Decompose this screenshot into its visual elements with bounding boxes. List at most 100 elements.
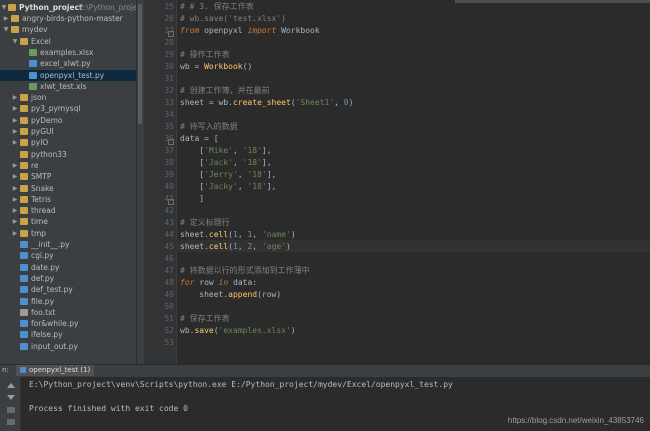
tree-item[interactable]: ▶ time [0,216,136,227]
tree-item[interactable]: date.py [0,262,136,273]
code-line[interactable]: # 创建工作簿，并在最前 [180,85,270,97]
code-line[interactable]: ['Jack', '18'], [180,157,271,169]
chevron-right-icon[interactable]: ▶ [12,115,18,126]
tree-item[interactable]: excel_xlwt.py [0,58,136,69]
chevron-right-icon[interactable]: ▶ [3,13,9,24]
code-line[interactable]: # 保存工作表 [180,313,230,325]
folder-icon [20,207,28,215]
code-line[interactable]: ] [180,193,204,205]
folder-icon [11,26,19,34]
code-line[interactable]: ['Jacky', '18'], [180,181,276,193]
python-file-icon [20,274,28,282]
python-file-icon [20,241,28,248]
chevron-down-icon[interactable]: ▼ [1,2,7,13]
code-line[interactable]: # # 3. 保存工作表 [180,1,254,13]
tree-root-path: E:\Python_project [79,3,136,12]
chevron-down-icon[interactable]: ▼ [3,24,9,35]
code-line[interactable]: # 操作工作表 [180,49,230,61]
editor-tab-strip[interactable] [455,0,650,3]
fold-marker-icon[interactable] [168,139,174,145]
code-line[interactable]: from openpyxl import Workbook [180,25,320,37]
tree-item[interactable]: input_out.py [0,341,136,352]
folder-icon [8,4,16,11]
tree-item[interactable]: examples.xlsx [0,47,136,58]
code-line[interactable]: wb.save('examples.xlsx') [180,325,296,337]
tree-item[interactable]: ▶ tmp [0,228,136,239]
watermark: https://blog.csdn.net/weixin_43853746 [507,416,644,425]
code-line[interactable]: sheet.append(row) [180,289,281,301]
chevron-right-icon[interactable]: ▶ [12,92,18,103]
tree-item[interactable]: def.py [0,273,136,284]
code-line[interactable]: ['Mike', '18'], [180,145,271,157]
tree-item[interactable]: ▶ json [0,92,136,103]
tree-item[interactable]: ▶ py3_pymysql [0,103,136,114]
run-tab[interactable]: openpyxl_test (1) [16,365,95,376]
chevron-right-icon[interactable]: ▶ [12,194,18,205]
chevron-right-icon[interactable]: ▶ [12,160,18,171]
tree-item[interactable]: ▶ thread [0,205,136,216]
tree-item[interactable]: ▼ mydev [0,24,136,35]
tree-item-label: examples.xlsx [40,47,94,57]
ide-window: ▼ Python_project E:\Python_project ▶ angr… [0,0,650,431]
line-number: 45 [164,242,174,251]
tree-item-label: json [31,93,47,103]
code-line[interactable]: # wb.save('test.xlsx') [180,13,286,25]
chevron-right-icon[interactable]: ▶ [12,183,18,194]
line-number: 39 [164,170,174,179]
tree-item[interactable]: openpyxl_test.py [0,69,136,81]
folder-icon [20,116,28,124]
code-line[interactable]: data = [ [180,133,219,145]
code-line[interactable]: # 定义标题行 [180,217,230,229]
chevron-right-icon[interactable]: ▶ [12,205,18,216]
chevron-down-icon[interactable]: ▼ [12,36,18,47]
code-line[interactable]: sheet.cell(1, 2, 'age') [180,241,291,253]
tree-item[interactable]: ▶ angry-birds-python-master [0,13,136,24]
tree-item[interactable]: __init__.py [0,239,136,250]
scroll-up-icon[interactable] [7,383,15,388]
code-line[interactable]: # 待写入的数据 [180,121,238,133]
chevron-right-icon[interactable]: ▶ [12,137,18,148]
tree-item[interactable]: ▶ Tetris [0,194,136,205]
tree-item[interactable]: ▶ Snake [0,183,136,194]
chevron-right-icon[interactable]: ▶ [12,103,18,114]
chevron-right-icon[interactable]: ▶ [12,171,18,182]
tree-item-label: time [31,217,48,227]
tree-item-label: tmp [31,228,47,238]
tree-item[interactable]: foo.txt [0,307,136,318]
tree-item[interactable]: xlwt_test.xls [0,81,136,92]
tree-item[interactable]: cgi.py [0,250,136,261]
chevron-right-icon[interactable]: ▶ [12,228,18,239]
tree-item-label: angry-birds-python-master [22,14,123,23]
tree-item[interactable]: ▶ SMTP [0,171,136,182]
tree-item-label: Tetris [31,194,51,204]
tree-item[interactable]: ▼ Excel [0,36,136,47]
python-file-icon [20,263,28,271]
fold-marker-icon[interactable] [168,31,174,37]
tree-item[interactable]: ifelse.py [0,329,136,340]
soft-wrap-icon[interactable] [7,407,15,413]
scroll-down-icon[interactable] [7,395,15,400]
tree-root[interactable]: ▼ Python_project E:\Python_project [0,2,136,13]
chevron-right-icon[interactable]: ▶ [12,126,18,137]
tree-item[interactable]: python33 [0,149,136,160]
run-result-line: Process finished with exit code 0 [29,404,188,413]
tree-item[interactable]: ▶ pyDemo [0,115,136,126]
code-line[interactable]: # 将数据以行的形式添加到工作薄中 [180,265,310,277]
chevron-right-icon[interactable]: ▶ [12,216,18,227]
fold-marker-icon[interactable] [168,199,174,205]
tree-item[interactable]: ▶ re [0,160,136,171]
line-number: 25 [164,2,174,11]
code-line[interactable]: sheet = wb.create_sheet('Sheet1', 0) [180,97,353,109]
tree-item[interactable]: ▶ pyIO [0,137,136,148]
tree-item[interactable]: ▶ pyGUI [0,126,136,137]
code-line[interactable]: for row in data: [180,277,257,289]
tree-item[interactable]: for&while.py [0,318,136,329]
code-line[interactable]: wb = Workbook() [180,61,252,73]
tree-item[interactable]: file.py [0,296,136,307]
tree-item[interactable]: def_test.py [0,284,136,295]
project-scroll-thumb[interactable] [138,4,142,124]
code-line[interactable]: sheet.cell(1, 1, 'name') [180,229,296,241]
tree-item-label: openpyxl_test.py [40,70,105,80]
code-line[interactable]: ['Jerry', '18'], [180,169,276,181]
print-icon[interactable] [7,419,15,425]
